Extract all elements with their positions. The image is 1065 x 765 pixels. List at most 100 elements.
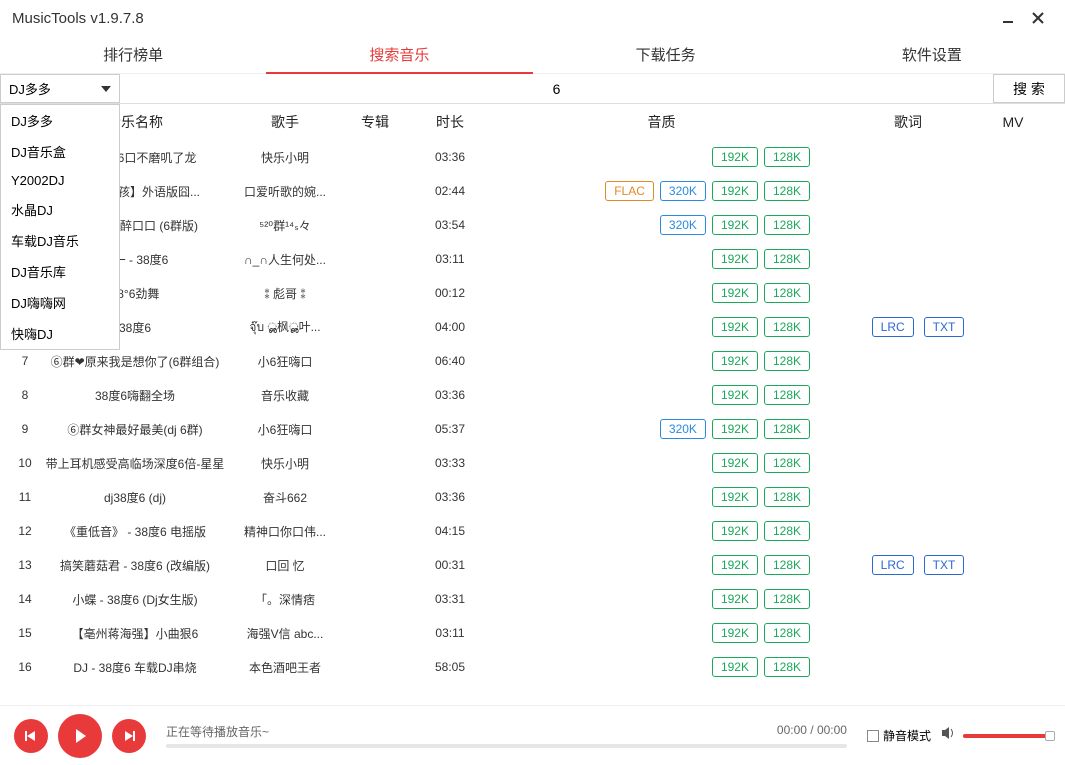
song-name: DJ - 38度6 车载DJ串烧 (40, 659, 230, 676)
lyric-badge[interactable]: LRC (872, 555, 914, 575)
quality-badge[interactable]: 128K (764, 555, 810, 575)
dropdown-option[interactable]: 快嗨DJ (1, 318, 119, 349)
artist-name: 本色酒吧王者 (230, 659, 340, 676)
quality-badge[interactable]: 192K (712, 385, 758, 405)
quality-badge[interactable]: 192K (712, 283, 758, 303)
quality-badge[interactable]: 192K (712, 317, 758, 337)
duration: 03:36 (410, 388, 490, 402)
play-button[interactable] (58, 714, 102, 758)
row-number: 9 (10, 422, 40, 436)
lyric-badge[interactable]: TXT (924, 555, 965, 575)
mute-checkbox[interactable] (867, 730, 879, 742)
quality-badge[interactable]: 128K (764, 351, 810, 371)
table-row[interactable]: 10 带上耳机感受高临场深度6倍-星星 快乐小明 03:33 192K128K (0, 446, 1065, 480)
artist-name: 快乐小明 (230, 455, 340, 472)
quality-badge[interactable]: 128K (764, 589, 810, 609)
quality-badge[interactable]: 192K (712, 623, 758, 643)
quality-badge[interactable]: 192K (712, 419, 758, 439)
quality-badge[interactable]: 192K (712, 181, 758, 201)
titlebar: MusicTools v1.9.7.8 (0, 0, 1065, 36)
duration: 58:05 (410, 660, 490, 674)
volume-slider[interactable] (963, 734, 1051, 738)
quality-badge[interactable]: 192K (712, 351, 758, 371)
quality-badge[interactable]: FLAC (605, 181, 654, 201)
mute-label: 静音模式 (883, 727, 931, 744)
search-input[interactable] (120, 74, 993, 103)
quality-badge[interactable]: 192K (712, 657, 758, 677)
dropdown-option[interactable]: DJ音乐库 (1, 256, 119, 287)
quality-badge[interactable]: 128K (764, 657, 810, 677)
dropdown-option[interactable]: 水晶DJ (1, 194, 119, 225)
quality-badge[interactable]: 128K (764, 181, 810, 201)
quality-badge[interactable]: 128K (764, 215, 810, 235)
quality-badge[interactable]: 320K (660, 181, 706, 201)
dropdown-option[interactable]: DJ多多 (1, 105, 119, 136)
quality-badge[interactable]: 192K (712, 555, 758, 575)
search-button[interactable]: 搜 索 (993, 74, 1065, 103)
lyric-badge[interactable]: LRC (872, 317, 914, 337)
search-bar: DJ多多 搜 索 (0, 74, 1065, 104)
table-row[interactable]: 9 ⑥群女神最好最美(dj 6群) 小6狂嗨口 05:37 320K192K12… (0, 412, 1065, 446)
lyric-badge[interactable]: TXT (924, 317, 965, 337)
quality-badge[interactable]: 128K (764, 487, 810, 507)
prev-button[interactable] (14, 719, 48, 753)
table-row[interactable]: 11 dj38度6 (dj) 奋斗662 03:36 192K128K (0, 480, 1065, 514)
quality-badge[interactable]: 128K (764, 623, 810, 643)
table-row[interactable]: 下的小女孩】外语版囧... 口爱听歌的婉... 02:44 FLAC320K19… (0, 174, 1065, 208)
duration: 03:54 (410, 218, 490, 232)
duration: 00:12 (410, 286, 490, 300)
artist-name: 音乐收藏 (230, 387, 340, 404)
quality-badge[interactable]: 128K (764, 283, 810, 303)
quality-badge[interactable]: 192K (712, 453, 758, 473)
quality-badge[interactable]: 192K (712, 589, 758, 609)
table-row[interactable]: 8 38度6嗨翻全场 音乐收藏 03:36 192K128K (0, 378, 1065, 412)
table-row[interactable]: 12 《重低音》 - 38度6 电摇版 精神口你口伟... 04:15 192K… (0, 514, 1065, 548)
tab-search[interactable]: 搜索音乐 (266, 36, 532, 73)
artist-name: 快乐小明 (230, 149, 340, 166)
quality-badge[interactable]: 128K (764, 249, 810, 269)
quality-badge[interactable]: 192K (712, 249, 758, 269)
dropdown-option[interactable]: DJ音乐盒 (1, 136, 119, 167)
song-name: 38度6嗨翻全场 (40, 387, 230, 404)
quality-badge[interactable]: 192K (712, 147, 758, 167)
table-row[interactable]: 6 38度6 จุ๊บ ൢ枫ൢ叶... 04:00 192K128K LRCTX… (0, 310, 1065, 344)
table-row[interactable]: 7 ⑥群❤原来我是想你了(6群组合) 小6狂嗨口 06:40 192K128K (0, 344, 1065, 378)
quality-badge[interactable]: 128K (764, 385, 810, 405)
table-row[interactable]: 曾一 - 38度6 ∩_∩人生何处... 03:11 192K128K (0, 242, 1065, 276)
table-row[interactable]: 14 小蝶 - 38度6 (Dj女生版) 「。深情痞 03:31 192K128… (0, 582, 1065, 616)
next-button[interactable] (112, 719, 146, 753)
table-row[interactable]: 15 【亳州蒋海强】小曲狠6 海强V信 abc... 03:11 192K128… (0, 616, 1065, 650)
quality-badge[interactable]: 128K (764, 419, 810, 439)
tab-settings[interactable]: 软件设置 (799, 36, 1065, 73)
quality-badge[interactable]: 192K (712, 487, 758, 507)
volume-icon[interactable] (941, 726, 957, 745)
table-body[interactable]: 5倍38度6口不磨叽了龙 快乐小明 03:36 192K128K 下的小女孩】外… (0, 140, 1065, 686)
quality-badge[interactable]: 192K (712, 215, 758, 235)
song-name: ⑥群❤原来我是想你了(6群组合) (40, 353, 230, 370)
artist-name: ∩_∩人生何处... (230, 251, 340, 268)
progress-bar[interactable] (166, 744, 847, 748)
duration: 03:31 (410, 592, 490, 606)
duration: 04:15 (410, 524, 490, 538)
quality-badge[interactable]: 128K (764, 147, 810, 167)
dropdown-option[interactable]: DJ嗨嗨网 (1, 287, 119, 318)
table-row[interactable]: 记将我灌醉口口 (6群版) ⁵²⁰群¹⁴ₛ々 03:54 320K192K128… (0, 208, 1065, 242)
quality-badge[interactable]: 128K (764, 521, 810, 541)
quality-badge[interactable]: 128K (764, 317, 810, 337)
tab-rank[interactable]: 排行榜单 (0, 36, 266, 73)
source-dropdown[interactable]: DJ多多 (0, 74, 120, 103)
quality-badge[interactable]: 320K (660, 215, 706, 235)
table-header: 音乐名称 歌手 专辑 时长 音质 歌词 MV (0, 104, 1065, 140)
minimize-button[interactable] (993, 3, 1023, 33)
close-button[interactable] (1023, 3, 1053, 33)
quality-badge[interactable]: 192K (712, 521, 758, 541)
tab-download[interactable]: 下载任务 (533, 36, 799, 73)
dropdown-option[interactable]: 车载DJ音乐 (1, 225, 119, 256)
table-row[interactable]: 38°6劲舞 ⁑彪哥⁑ 00:12 192K128K (0, 276, 1065, 310)
quality-badge[interactable]: 128K (764, 453, 810, 473)
quality-badge[interactable]: 320K (660, 419, 706, 439)
table-row[interactable]: 5倍38度6口不磨叽了龙 快乐小明 03:36 192K128K (0, 140, 1065, 174)
table-row[interactable]: 13 搞笑蘑菇君 - 38度6 (改编版) 口回 忆 00:31 192K128… (0, 548, 1065, 582)
table-row[interactable]: 16 DJ - 38度6 车载DJ串烧 本色酒吧王者 58:05 192K128… (0, 650, 1065, 684)
dropdown-option[interactable]: Y2002DJ (1, 167, 119, 194)
